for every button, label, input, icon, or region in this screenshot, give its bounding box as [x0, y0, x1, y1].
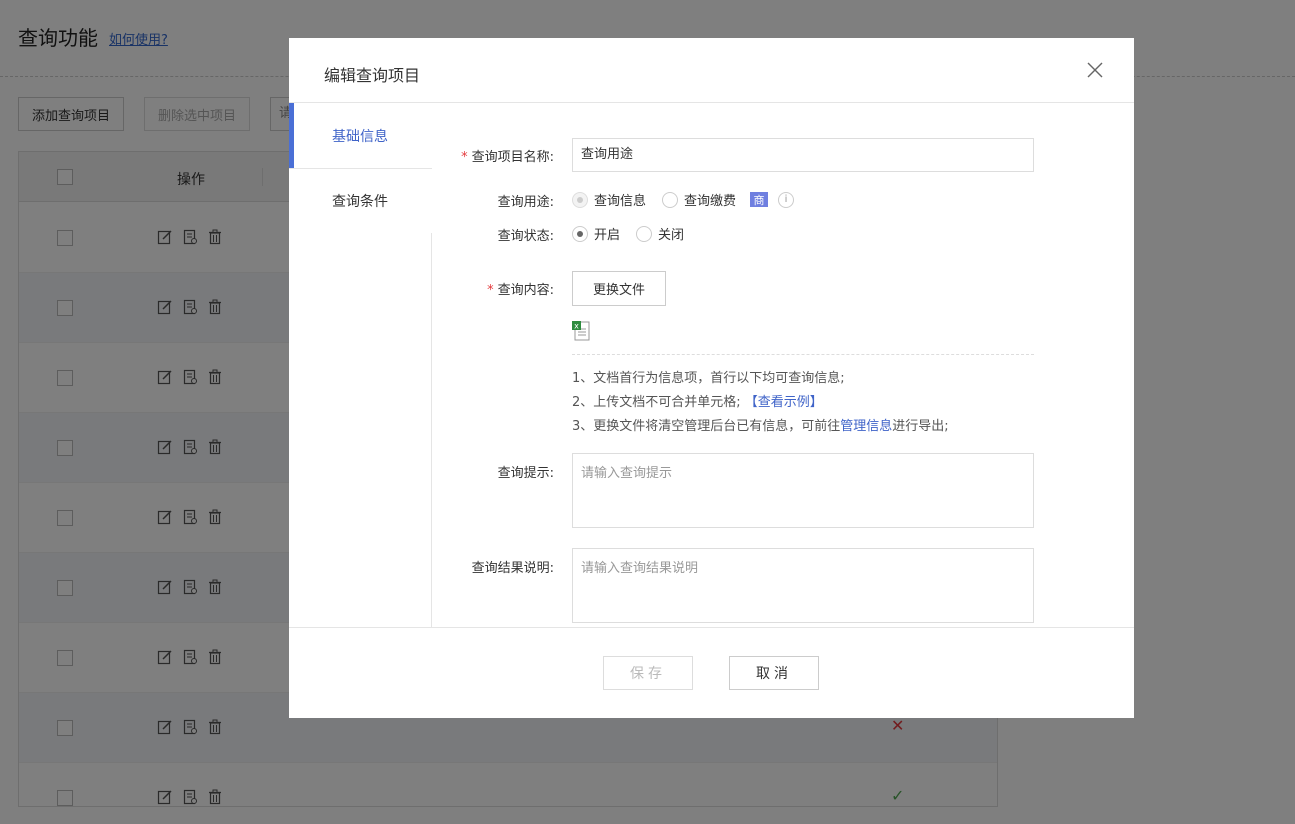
result-label: 查询结果说明:: [471, 561, 554, 576]
edit-query-modal: 编辑查询项目 基础信息 查询条件 * 查询项目名称: 查询用途 查询用途: 查询信…: [289, 38, 1134, 718]
modal-header: 编辑查询项目: [289, 38, 1134, 103]
purpose-label: 查询用途:: [497, 195, 554, 210]
status-radio-off[interactable]: [636, 225, 653, 242]
status-option-on: 开启: [594, 228, 621, 243]
divider: [572, 354, 1034, 355]
purpose-radio-group: 查询信息 查询缴费 商 i: [572, 190, 795, 209]
tab-basic-info[interactable]: 基础信息: [289, 103, 433, 168]
save-button[interactable]: 保存: [603, 656, 693, 690]
note-3: 3、更换文件将清空管理后台已有信息，可前往管理信息进行导出;: [572, 419, 949, 434]
purpose-radio-payment[interactable]: [662, 191, 679, 208]
tab-query-conditions[interactable]: 查询条件: [289, 168, 432, 233]
manage-info-link[interactable]: 管理信息: [840, 419, 892, 434]
modal-title: 编辑查询项目: [324, 66, 421, 85]
status-radio-group: 开启 关闭: [572, 224, 700, 243]
note-1: 1、文档首行为信息项，首行以下均可查询信息;: [572, 371, 845, 386]
result-desc-textarea[interactable]: 请输入查询结果说明: [572, 548, 1034, 623]
note-2: 2、上传文档不可合并单元格; 【查看示例】: [572, 395, 823, 410]
info-icon[interactable]: i: [778, 191, 795, 208]
query-hint-textarea[interactable]: 请输入查询提示: [572, 453, 1034, 528]
svg-text:x: x: [574, 322, 579, 331]
name-label: * 查询项目名称:: [461, 150, 554, 165]
cancel-button[interactable]: 取消: [729, 656, 819, 690]
status-label: 查询状态:: [497, 229, 554, 244]
status-radio-on[interactable]: [572, 225, 588, 242]
purpose-radio-info[interactable]: [572, 191, 588, 208]
purpose-option-info: 查询信息: [594, 194, 647, 209]
excel-file-icon[interactable]: x: [572, 321, 590, 341]
business-badge: 商: [750, 192, 769, 207]
modal-side-nav: 基础信息 查询条件: [289, 103, 433, 628]
status-option-off: 关闭: [658, 228, 685, 243]
change-file-button[interactable]: 更换文件: [572, 271, 666, 306]
close-icon[interactable]: [1086, 61, 1104, 79]
view-example-link[interactable]: 【查看示例】: [745, 395, 823, 410]
purpose-option-payment: 查询缴费: [684, 194, 737, 209]
query-name-input[interactable]: 查询用途: [572, 138, 1034, 172]
upload-notes: 1、文档首行为信息项，首行以下均可查询信息; 2、上传文档不可合并单元格; 【查…: [572, 367, 949, 439]
hint-label: 查询提示:: [497, 466, 554, 481]
content-label: * 查询内容:: [487, 283, 554, 298]
modal-footer: 保存 取消: [289, 627, 1134, 718]
